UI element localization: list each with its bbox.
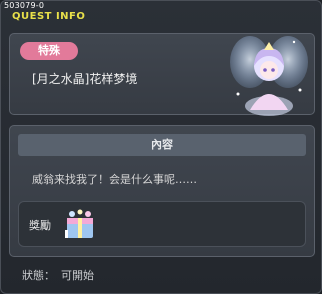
quest-header-panel: 特殊 [月之水晶]花样梦境: [9, 33, 315, 116]
reward-label: 獎勵: [29, 219, 51, 232]
quest-name: [月之水晶]花样梦境: [32, 72, 138, 86]
quest-id: 503079-0: [4, 1, 45, 10]
quest-content-panel: 內容 威翁来找我了！会是什么事呢…… 獎勵: [9, 125, 315, 257]
status-label: 狀態：: [22, 269, 55, 282]
quest-category-badge: 特殊: [20, 42, 78, 60]
window-title: QUEST INFO: [12, 11, 86, 22]
quest-description: 威翁来找我了！会是什么事呢……: [32, 173, 197, 186]
reward-box: 獎勵: [18, 201, 306, 247]
content-header: 內容: [18, 134, 306, 156]
quest-status: 狀態： 可開始: [22, 267, 94, 283]
quest-info-window: 503079-0 QUEST INFO 特殊 [月之水晶]花样梦境 內容 威翁来…: [0, 0, 322, 294]
status-value: 可開始: [61, 269, 94, 282]
npc-portrait: [230, 36, 308, 116]
crystal-box-icon[interactable]: [63, 208, 97, 242]
